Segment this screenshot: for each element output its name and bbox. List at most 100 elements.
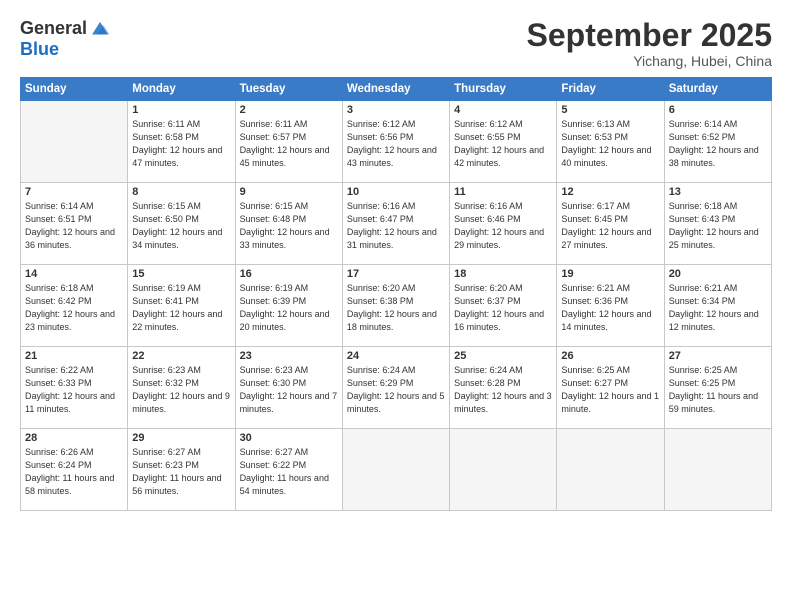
logo-icon: [89, 18, 111, 40]
calendar-cell: 15Sunrise: 6:19 AMSunset: 6:41 PMDayligh…: [128, 265, 235, 347]
day-number: 28: [25, 432, 123, 444]
sunrise-text: Sunrise: 6:17 AM: [561, 201, 630, 211]
sunrise-text: Sunrise: 6:24 AM: [454, 365, 523, 375]
day-number: 13: [669, 186, 767, 198]
day-number: 15: [132, 268, 230, 280]
calendar-cell: 12Sunrise: 6:17 AMSunset: 6:45 PMDayligh…: [557, 183, 664, 265]
logo: General Blue: [20, 18, 111, 60]
day-number: 14: [25, 268, 123, 280]
calendar-cell: 10Sunrise: 6:16 AMSunset: 6:47 PMDayligh…: [342, 183, 449, 265]
sunrise-text: Sunrise: 6:19 AM: [132, 283, 201, 293]
sunrise-text: Sunrise: 6:18 AM: [669, 201, 738, 211]
daylight-text: Daylight: 12 hours and 23 minutes.: [25, 309, 115, 332]
sunset-text: Sunset: 6:48 PM: [240, 214, 307, 224]
sunrise-text: Sunrise: 6:21 AM: [669, 283, 738, 293]
calendar-cell: [450, 429, 557, 511]
calendar-cell: 23Sunrise: 6:23 AMSunset: 6:30 PMDayligh…: [235, 347, 342, 429]
day-number: 16: [240, 268, 338, 280]
daylight-text: Daylight: 12 hours and 3 minutes.: [454, 391, 552, 414]
day-info: Sunrise: 6:15 AM Sunset: 6:48 PM Daylight:…: [240, 200, 338, 252]
day-number: 26: [561, 350, 659, 362]
calendar-cell: 16 Sunrise: 6:19 AMSunset: 6:39 PMDayligh…: [235, 265, 342, 347]
calendar-cell: 24Sunrise: 6:24 AMSunset: 6:29 PMDayligh…: [342, 347, 449, 429]
col-wednesday: Wednesday: [342, 78, 449, 101]
daylight-text: Daylight: 12 hours and 47 minutes.: [132, 145, 222, 168]
sunset-text: Sunset: 6:23 PM: [132, 460, 199, 470]
day-info: Sunrise: 6:16 AMSunset: 6:46 PMDaylight:…: [454, 200, 552, 252]
day-number: 22: [132, 350, 230, 362]
calendar-cell: 25Sunrise: 6:24 AMSunset: 6:28 PMDayligh…: [450, 347, 557, 429]
day-number: 5: [561, 104, 659, 116]
sunset-text: Sunset: 6:25 PM: [669, 378, 736, 388]
calendar-cell: 13Sunrise: 6:18 AMSunset: 6:43 PMDayligh…: [664, 183, 771, 265]
sunrise-text: Sunrise: 6:12 AM: [454, 119, 523, 129]
daylight-text: Daylight: 12 hours and 42 minutes.: [454, 145, 544, 168]
calendar-cell: 5 Sunrise: 6:13 AMSunset: 6:53 PMDaylight…: [557, 101, 664, 183]
day-number: 4: [454, 104, 552, 116]
sunset-text: Sunset: 6:57 PM: [240, 132, 307, 142]
sunrise-text: Sunrise: 6:16 AM: [347, 201, 416, 211]
sunrise-text: Sunrise: 6:11 AM: [240, 119, 308, 129]
day-info: Sunrise: 6:23 AMSunset: 6:32 PMDaylight:…: [132, 364, 230, 416]
daylight-text: Daylight: 11 hours and 58 minutes.: [25, 473, 114, 496]
calendar-table: Sunday Monday Tuesday Wednesday Thursday…: [20, 77, 772, 511]
calendar-cell: [342, 429, 449, 511]
daylight-text: Daylight: 12 hours and 1 minute.: [561, 391, 659, 414]
day-number: 27: [669, 350, 767, 362]
day-info: Sunrise: 6:16 AMSunset: 6:47 PMDaylight:…: [347, 200, 445, 252]
sunrise-text: Sunrise: 6:15 AM: [132, 201, 201, 211]
day-number: 1: [132, 104, 230, 116]
day-info: Sunrise: 6:21 AMSunset: 6:34 PMDaylight:…: [669, 282, 767, 334]
sunrise-text: Sunrise: 6:16 AM: [454, 201, 523, 211]
daylight-text: Daylight: 12 hours and 36 minutes.: [25, 227, 115, 250]
logo-blue: Blue: [20, 40, 59, 60]
day-info: Sunrise: 6:14 AMSunset: 6:51 PMDaylight:…: [25, 200, 123, 252]
sunrise-text: Sunrise: 6:23 AM: [240, 365, 309, 375]
sunrise-text: Sunrise: 6:27 AM: [132, 447, 201, 457]
sunset-text: Sunset: 6:27 PM: [561, 378, 628, 388]
day-info: Sunrise: 6:18 AMSunset: 6:42 PMDaylight:…: [25, 282, 123, 334]
day-info: Sunrise: 6:13 AMSunset: 6:53 PMDaylight:…: [561, 118, 659, 170]
calendar-cell: 27 Sunrise: 6:25 AM Sunset: 6:25 PM Dayligh…: [664, 347, 771, 429]
day-number: 12: [561, 186, 659, 198]
calendar-week-row: 28 Sunrise: 6:26 AMSunset: 6:24 PMDayligh…: [21, 429, 772, 511]
sunset-text: Sunset: 6:34 PM: [669, 296, 736, 306]
calendar-cell: 29Sunrise: 6:27 AMSunset: 6:23 PMDayligh…: [128, 429, 235, 511]
day-number: 9: [240, 186, 338, 198]
sunrise-text: Sunrise: 6:26 AM: [25, 447, 94, 457]
sunrise-text: Sunrise: 6:20 AM: [454, 283, 523, 293]
daylight-text: Daylight: 11 hours and 59 minutes.: [669, 391, 758, 414]
sunrise-text: Sunrise: 6:21 AM: [561, 283, 630, 293]
sunset-text: Sunset: 6:45 PM: [561, 214, 628, 224]
sunset-text: Sunset: 6:41 PM: [132, 296, 199, 306]
sunset-text: Sunset: 6:30 PM: [240, 378, 307, 388]
col-sunday: Sunday: [21, 78, 128, 101]
day-number: 19: [561, 268, 659, 280]
day-number: 24: [347, 350, 445, 362]
calendar-cell: 20Sunrise: 6:21 AMSunset: 6:34 PMDayligh…: [664, 265, 771, 347]
sunrise-text: Sunrise: 6:25 AM: [669, 365, 738, 375]
sunrise-text: Sunrise: 6:11 AM: [132, 119, 200, 129]
daylight-text: Daylight: 11 hours and 54 minutes.: [240, 473, 329, 496]
daylight-text: Daylight: 12 hours and 29 minutes.: [454, 227, 544, 250]
daylight-text: Daylight: 12 hours and 43 minutes.: [347, 145, 437, 168]
day-info: Sunrise: 6:19 AMSunset: 6:39 PMDaylight:…: [240, 282, 338, 334]
sunset-text: Sunset: 6:39 PM: [240, 296, 307, 306]
day-info: Sunrise: 6:20 AMSunset: 6:38 PMDaylight:…: [347, 282, 445, 334]
calendar-cell: [21, 101, 128, 183]
daylight-text: Daylight: 12 hours and 18 minutes.: [347, 309, 437, 332]
sunrise-text: Sunrise: 6:13 AM: [561, 119, 630, 129]
sunrise-text: Sunrise: 6:24 AM: [347, 365, 416, 375]
daylight-text: Daylight: 12 hours and 38 minutes.: [669, 145, 759, 168]
daylight-text: Daylight: 12 hours and 33 minutes.: [240, 227, 330, 250]
daylight-text: Daylight: 12 hours and 9 minutes.: [132, 391, 230, 414]
header-row: Sunday Monday Tuesday Wednesday Thursday…: [21, 78, 772, 101]
title-block: September 2025 Yichang, Hubei, China: [527, 18, 772, 69]
day-info: Sunrise: 6:26 AMSunset: 6:24 PMDaylight:…: [25, 446, 123, 498]
sunset-text: Sunset: 6:36 PM: [561, 296, 628, 306]
sunrise-text: Sunrise: 6:15 AM: [240, 201, 309, 211]
calendar-week-row: 21Sunrise: 6:22 AMSunset: 6:33 PMDayligh…: [21, 347, 772, 429]
day-info: Sunrise: 6:25 AM Sunset: 6:25 PM Daylight:…: [669, 364, 767, 416]
day-number: 18: [454, 268, 552, 280]
day-number: 30: [240, 432, 338, 444]
